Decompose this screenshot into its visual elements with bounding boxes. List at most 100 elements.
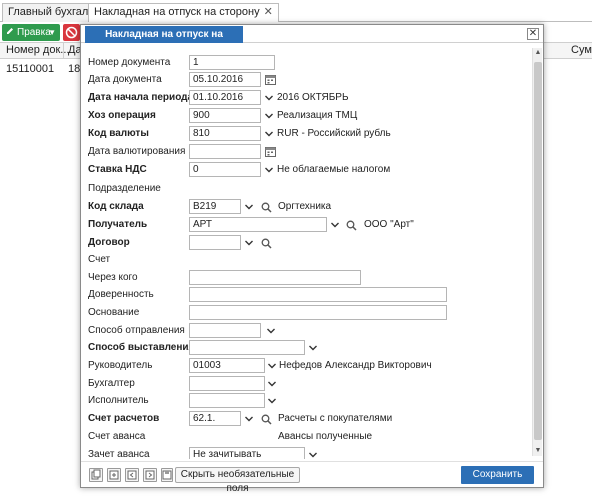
recipient-note: ООО "Арт" (364, 219, 414, 230)
recipient-label: Получатель (88, 219, 148, 230)
chevron-down-icon[interactable] (266, 325, 276, 337)
operation-input[interactable]: 900 (189, 108, 261, 123)
hide-optional-fields-button[interactable]: Скрыть необязательные поля (175, 467, 300, 494)
tab-invoice[interactable]: Накладная на отпуск на сторону ✕ (88, 3, 279, 23)
insert-row-icon[interactable] (107, 468, 121, 482)
contract-input[interactable] (189, 235, 241, 250)
scroll-up-icon[interactable]: ▲ (533, 48, 543, 58)
billing-method-select[interactable] (189, 340, 305, 355)
chevron-down-icon[interactable] (308, 449, 318, 459)
power-of-attorney-label: Доверенность (88, 289, 154, 300)
dialog-header: Накладная на отпуск на сторону ✕ (81, 25, 543, 57)
chevron-down-icon[interactable] (267, 360, 277, 372)
manager-input[interactable]: 01003 (189, 358, 265, 373)
tab-label: Накладная на отпуск на сторону (94, 6, 260, 18)
save-button[interactable]: Сохранить (461, 466, 534, 484)
advance-offset-select[interactable]: Не зачитывать (189, 447, 305, 459)
move-left-icon[interactable] (125, 468, 139, 482)
calendar-icon[interactable] (265, 146, 276, 157)
invoice-dialog: Накладная на отпуск на сторону ✕ Номер д… (80, 24, 544, 494)
chevron-down-icon[interactable] (244, 413, 254, 425)
chevron-down-icon[interactable] (264, 110, 274, 122)
settlement-account-label: Счет расчетов (88, 413, 160, 424)
currency-date-label: Дата валютирования (88, 146, 186, 157)
chevron-down-icon[interactable] (267, 395, 277, 407)
warehouse-input[interactable]: B219 (189, 199, 241, 214)
edit-button-label: Правка (17, 27, 51, 38)
cell-date: 18 (68, 63, 81, 75)
search-icon[interactable] (346, 220, 357, 231)
account-label: Счет (88, 254, 111, 265)
calendar-icon[interactable] (265, 74, 276, 85)
dialog-title: Накладная на отпуск на сторону (85, 26, 243, 57)
vat-note: Не облагаемые налогом (277, 164, 391, 175)
column-divider (63, 42, 64, 59)
tab-bar: Главный бухгалтер Накладная на отпуск на… (0, 0, 592, 23)
search-icon[interactable] (261, 202, 272, 213)
column-header-number[interactable]: Номер док... (6, 44, 69, 56)
warehouse-note: Оргтехника (278, 201, 332, 212)
currency-input[interactable]: 810 (189, 126, 261, 141)
executor-input[interactable] (189, 393, 265, 408)
currency-note: RUR - Российский рубль (277, 128, 391, 139)
operation-note: Реализация ТМЦ (277, 110, 358, 121)
through-input[interactable] (189, 270, 361, 285)
period-start-input[interactable]: 01.10.2016 (189, 90, 261, 105)
copy-icon[interactable] (89, 468, 103, 482)
advance-account-note: Авансы полученные (278, 431, 373, 442)
manager-note: Нефедов Александр Викторович (279, 360, 432, 371)
currency-label: Код валюты (88, 128, 149, 139)
chevron-down-icon[interactable] (244, 201, 254, 213)
close-icon[interactable]: ✕ (264, 6, 273, 18)
accountant-label: Бухгалтер (88, 378, 135, 389)
doc-number-input[interactable]: 1 (189, 55, 275, 70)
basis-input[interactable] (189, 305, 447, 320)
close-icon[interactable]: ✕ (527, 28, 539, 40)
settlement-account-note: Расчеты с покупателями (278, 413, 393, 424)
currency-date-input[interactable] (189, 144, 261, 159)
invoice-form: Номер документа 1 Дата документа 05.10.2… (81, 44, 533, 459)
edit-button[interactable]: Правка ▼ (2, 24, 60, 41)
chevron-down-icon[interactable] (264, 128, 274, 140)
billing-method-label: Способ выставления (88, 342, 195, 353)
chevron-down-icon[interactable] (264, 164, 274, 176)
period-start-note: 2016 ОКТЯБРЬ (277, 92, 349, 103)
period-start-label: Дата начала периода (88, 92, 194, 103)
delete-button[interactable] (63, 24, 80, 41)
vat-input[interactable]: 0 (189, 162, 261, 177)
save-disk-icon[interactable] (161, 468, 173, 482)
chevron-down-icon[interactable] (330, 219, 340, 231)
cancel-icon (65, 26, 78, 39)
search-icon[interactable] (261, 238, 272, 249)
doc-date-input[interactable]: 05.10.2016 (189, 72, 261, 87)
recipient-input[interactable]: АРТ (189, 217, 327, 232)
vat-label: Ставка НДС (88, 164, 147, 175)
scrollbar-thumb[interactable] (534, 62, 542, 440)
settlement-account-input[interactable]: 62.1. (189, 411, 241, 426)
pencil-icon (6, 24, 14, 34)
chevron-down-icon[interactable] (267, 378, 277, 390)
move-right-icon[interactable] (143, 468, 157, 482)
form-scrollbar[interactable]: ▲ ▼ (532, 48, 542, 456)
chevron-down-icon: ▼ (48, 28, 56, 37)
doc-number-label: Номер документа (88, 57, 171, 68)
search-icon[interactable] (261, 414, 272, 425)
warehouse-label: Код склада (88, 201, 144, 212)
shipping-method-select[interactable] (189, 323, 261, 338)
doc-date-label: Дата документа (88, 74, 162, 85)
chevron-down-icon[interactable] (308, 342, 318, 354)
manager-label: Руководитель (88, 360, 153, 371)
shipping-method-label: Способ отправления (88, 325, 185, 336)
advance-account-label: Счет аванса (88, 431, 146, 442)
advance-offset-label: Зачет аванса (88, 449, 150, 459)
power-of-attorney-input[interactable] (189, 287, 447, 302)
dialog-footer: Скрыть необязательные поля Сохранить (81, 461, 543, 494)
operation-label: Хоз операция (88, 110, 156, 121)
accountant-input[interactable] (189, 376, 265, 391)
through-label: Через кого (88, 272, 138, 283)
scroll-down-icon[interactable]: ▼ (533, 446, 543, 456)
chevron-down-icon[interactable] (264, 92, 274, 104)
column-header-sum[interactable]: Сум (571, 44, 592, 56)
basis-label: Основание (88, 307, 140, 318)
chevron-down-icon[interactable] (244, 237, 254, 249)
